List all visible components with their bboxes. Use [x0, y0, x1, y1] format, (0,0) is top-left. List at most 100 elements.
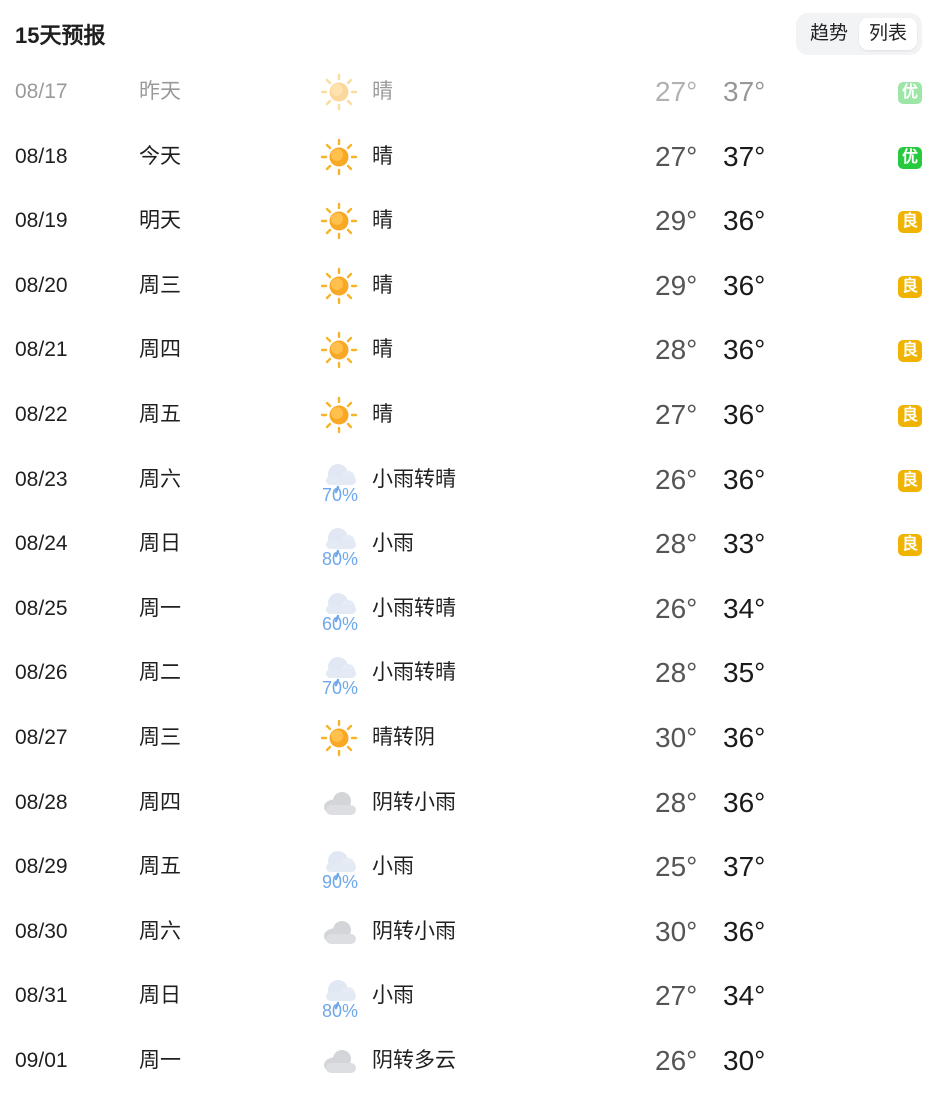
temp-low: 28°	[655, 334, 698, 366]
temp-high: 36°	[723, 915, 766, 947]
precip-probability: 60%	[321, 613, 359, 634]
tab-list[interactable]: 列表	[859, 18, 917, 50]
forecast-weekday: 周一	[139, 596, 181, 620]
cloud-icon	[318, 1041, 360, 1081]
precip-probability: 80%	[321, 1001, 359, 1022]
weather-description: 晴	[372, 273, 393, 297]
page-title: 15天预报	[15, 23, 106, 48]
temp-high: 34°	[723, 592, 766, 624]
aqi-badge: 良	[898, 211, 922, 234]
forecast-row[interactable]: 08/26 周二 70% 小雨转晴 28° 35°	[0, 641, 942, 706]
weather-description: 阴转小雨	[372, 919, 456, 943]
forecast-row[interactable]: 08/30 周六 阴转小雨 30° 36°	[0, 900, 942, 965]
temp-low: 27°	[655, 76, 698, 107]
sun-icon	[318, 266, 360, 306]
forecast-row[interactable]: 08/28 周四 阴转小雨 28° 36°	[0, 771, 942, 836]
forecast-weekday: 周六	[139, 919, 181, 943]
forecast-weekday: 周日	[139, 984, 181, 1008]
forecast-date: 08/19	[15, 209, 68, 233]
temp-low: 26°	[655, 592, 698, 624]
forecast-weekday: 周五	[139, 855, 181, 879]
temp-high: 34°	[723, 980, 766, 1012]
temp-high: 37°	[723, 76, 766, 107]
forecast-row[interactable]: 08/25 周一 60% 小雨转晴 26° 34°	[0, 577, 942, 642]
temp-high: 35°	[723, 657, 766, 689]
sun-icon	[318, 72, 360, 112]
cloud-icon	[318, 912, 360, 952]
aqi-badge: 优	[898, 82, 922, 104]
forecast-row[interactable]: 08/23 周六 70% 小雨转晴 26° 36° 良	[0, 448, 942, 513]
temp-high: 36°	[723, 786, 766, 818]
temp-high: 37°	[723, 140, 766, 172]
forecast-date: 08/28	[15, 790, 68, 814]
temp-high: 36°	[723, 398, 766, 430]
forecast-weekday: 周日	[139, 532, 181, 556]
tab-trend[interactable]: 趋势	[801, 18, 857, 50]
forecast-date: 08/18	[15, 144, 68, 168]
forecast-weekday: 周六	[139, 467, 181, 491]
precip-probability: 70%	[321, 678, 359, 699]
view-toggle: 趋势 列表	[796, 13, 922, 55]
sun-icon	[318, 330, 360, 370]
forecast-weekday: 今天	[139, 144, 181, 168]
forecast-row[interactable]: 08/27 周三 晴转阴 30° 36°	[0, 706, 942, 771]
weather-description: 晴	[372, 144, 393, 168]
forecast-row[interactable]: 08/24 周日 80% 小雨 28° 33° 良	[0, 512, 942, 577]
weather-description: 小雨	[372, 855, 414, 879]
forecast-date: 08/25	[15, 596, 68, 620]
temp-high: 36°	[723, 205, 766, 237]
forecast-weekday: 周四	[139, 790, 181, 814]
temp-high: 36°	[723, 269, 766, 301]
sun-icon	[318, 137, 360, 177]
temp-low: 28°	[655, 786, 698, 818]
aqi-badge: 良	[898, 469, 922, 492]
forecast-row[interactable]: 08/17 昨天 晴 27° 37° 优	[0, 60, 942, 125]
forecast-date: 08/26	[15, 661, 68, 685]
aqi-badge: 优	[898, 146, 922, 169]
temp-low: 29°	[655, 269, 698, 301]
temp-high: 37°	[723, 851, 766, 883]
forecast-weekday: 周一	[139, 1048, 181, 1072]
precip-probability: 70%	[321, 484, 359, 505]
weather-description: 晴	[372, 209, 393, 233]
forecast-row[interactable]: 08/19 明天 晴 29° 36° 良	[0, 189, 942, 254]
weather-description: 阴转多云	[372, 1048, 456, 1072]
weather-description: 阴转小雨	[372, 790, 456, 814]
temp-low: 26°	[655, 1044, 698, 1076]
sun-icon	[318, 201, 360, 241]
weather-description: 小雨	[372, 532, 414, 556]
forecast-weekday: 周三	[139, 273, 181, 297]
temp-low: 30°	[655, 721, 698, 753]
weather-description: 晴	[372, 402, 393, 426]
forecast-row[interactable]: 08/22 周五 晴 27° 36° 良	[0, 383, 942, 448]
aqi-badge: 良	[898, 275, 922, 298]
temp-high: 30°	[723, 1044, 766, 1076]
aqi-badge: 良	[898, 534, 922, 557]
forecast-row[interactable]: 09/01 周一 阴转多云 26° 30°	[0, 1029, 942, 1094]
weather-description: 小雨转晴	[372, 467, 456, 491]
forecast-weekday: 昨天	[139, 80, 181, 103]
sun-icon	[318, 395, 360, 435]
forecast-date: 09/01	[15, 1048, 68, 1072]
forecast-row[interactable]: 08/21 周四 晴 28° 36° 良	[0, 318, 942, 383]
forecast-row[interactable]: 08/29 周五 90% 小雨 25° 37°	[0, 835, 942, 900]
forecast-date: 08/22	[15, 402, 68, 426]
forecast-date: 08/30	[15, 919, 68, 943]
weather-description: 晴	[372, 338, 393, 362]
forecast-row[interactable]: 08/31 周日 80% 小雨 27° 34°	[0, 964, 942, 1029]
temp-low: 27°	[655, 140, 698, 172]
forecast-date: 08/20	[15, 273, 68, 297]
forecast-row[interactable]: 08/20 周三 晴 29° 36° 良	[0, 254, 942, 319]
temp-low: 28°	[655, 657, 698, 689]
forecast-row[interactable]: 08/18 今天 晴 27° 37° 优	[0, 125, 942, 190]
temp-low: 25°	[655, 851, 698, 883]
forecast-date: 08/24	[15, 532, 68, 556]
forecast-weekday: 周二	[139, 661, 181, 685]
aqi-badge: 良	[898, 404, 922, 427]
temp-high: 36°	[723, 463, 766, 495]
forecast-weekday: 明天	[139, 209, 181, 233]
temp-low: 27°	[655, 980, 698, 1012]
forecast-list: 08/17 昨天晴 27° 37° 优 08/18 今天晴 27° 37° 优 08/19 明天晴 29…	[0, 60, 942, 1094]
temp-high: 36°	[723, 334, 766, 366]
weather-description: 小雨	[372, 984, 414, 1008]
